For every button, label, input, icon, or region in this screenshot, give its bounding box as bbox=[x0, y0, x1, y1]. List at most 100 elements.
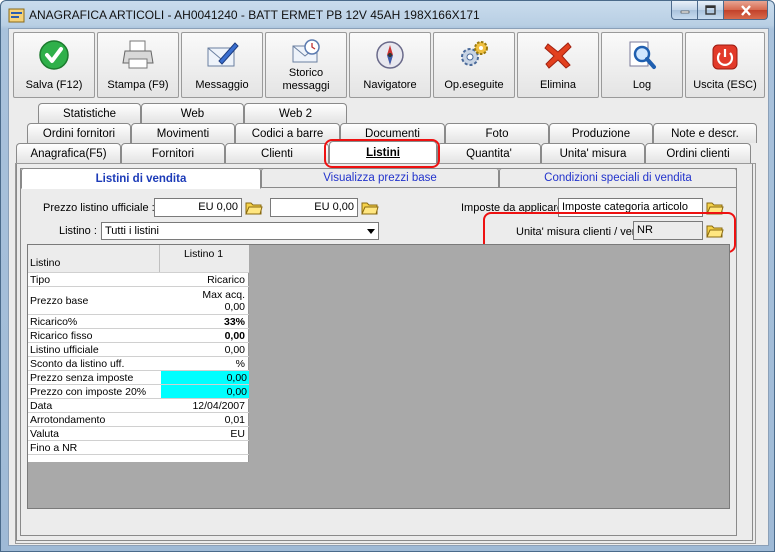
grid-row-value: % bbox=[235, 357, 245, 370]
subtab-label: Visualizza prezzi base bbox=[323, 172, 437, 184]
tab-label: Documenti bbox=[365, 127, 420, 140]
grid-row-value: 0,00 bbox=[161, 385, 249, 398]
minimize-button[interactable] bbox=[671, 1, 698, 20]
tab-label: Statistiche bbox=[62, 107, 117, 120]
grid-row-label: Valuta bbox=[30, 427, 59, 440]
message-button[interactable]: Messaggio bbox=[181, 32, 263, 98]
print-button[interactable]: Stampa (F9) bbox=[97, 32, 179, 98]
tab-label: Note e descr. bbox=[671, 127, 739, 140]
grid-row[interactable]: Sconto da listino uff.% bbox=[28, 357, 249, 371]
tab-label: Unita' misura bbox=[559, 147, 627, 160]
grid-row-value bbox=[161, 441, 247, 454]
subtab-listini-di-vendita[interactable]: Listini di vendita bbox=[21, 168, 261, 189]
grid-row[interactable]: Arrotondamento 0,01 bbox=[28, 413, 249, 427]
grid-row-label: Ricarico% bbox=[30, 315, 78, 328]
tab-web-2[interactable]: Web 2 bbox=[244, 103, 347, 123]
tab-produzione[interactable]: Produzione bbox=[549, 123, 653, 143]
grid-header-listino: Listino bbox=[30, 257, 61, 269]
tab-label: Anagrafica(F5) bbox=[30, 147, 107, 160]
message-button-label: Messaggio bbox=[195, 78, 249, 91]
close-button[interactable] bbox=[724, 1, 768, 20]
grid-row-label: Prezzo base bbox=[30, 294, 89, 307]
power-icon bbox=[712, 44, 738, 70]
grid-row[interactable]: Ricarico fisso 0,00 bbox=[28, 329, 249, 343]
envelope-history-icon bbox=[292, 39, 320, 63]
tab-ordini-fornitori[interactable]: Ordini fornitori bbox=[27, 123, 131, 143]
tab-clienti[interactable]: Clienti bbox=[225, 143, 329, 163]
folder-icon bbox=[361, 202, 379, 215]
message-history-button[interactable]: Storico messaggi bbox=[265, 32, 347, 98]
tab-statistiche[interactable]: Statistiche bbox=[38, 103, 141, 123]
client-area: Salva (F12) Stampa (F9) Messaggio Storic… bbox=[8, 28, 769, 546]
grid-row[interactable]: Prezzo base Max acq. 0,00 bbox=[28, 287, 249, 315]
grid-row-value: 0,00 bbox=[161, 371, 249, 384]
maximize-button[interactable] bbox=[698, 1, 724, 20]
prezzo-listino-field[interactable]: EU 0,00 bbox=[154, 198, 242, 217]
grid-row[interactable]: Ricarico% 33% bbox=[28, 315, 249, 329]
grid-row-value: EU bbox=[230, 427, 245, 440]
grid-row-label: Prezzo senza imposte bbox=[30, 371, 134, 384]
grid-row-value: 12/04/2007 bbox=[192, 399, 245, 412]
tab-note-e-descr[interactable]: Note e descr. bbox=[653, 123, 757, 143]
subtab-condizioni-speciali[interactable]: Condizioni speciali di vendita bbox=[499, 168, 737, 188]
grid-header-listino-1[interactable]: Listino 1 bbox=[159, 245, 249, 272]
log-button-label: Log bbox=[632, 78, 652, 91]
compass-icon bbox=[376, 40, 404, 69]
save-button-label: Salva (F12) bbox=[25, 78, 83, 91]
subtab-visualizza-prezzi-base[interactable]: Visualizza prezzi base bbox=[261, 168, 499, 188]
grid-row[interactable]: Listino ufficiale 0,00 bbox=[28, 343, 249, 357]
tab-foto[interactable]: Foto bbox=[445, 123, 549, 143]
tab-label: Codici a barre bbox=[251, 127, 324, 140]
prezzo-listino-lookup-button[interactable] bbox=[244, 198, 264, 217]
save-button[interactable]: Salva (F12) bbox=[13, 32, 95, 98]
grid-row[interactable]: Valuta EU bbox=[28, 427, 249, 441]
red-x-icon bbox=[544, 41, 572, 69]
exit-button[interactable]: Uscita (ESC) bbox=[685, 32, 765, 98]
grid-row[interactable]: Fino a NR bbox=[28, 441, 249, 455]
tab-unita-misura[interactable]: Unita' misura bbox=[541, 143, 645, 163]
tab-ordini-clienti[interactable]: Ordini clienti bbox=[645, 143, 751, 163]
grid-row-label: Listino ufficiale bbox=[30, 343, 99, 356]
tab-label: Fornitori bbox=[151, 147, 195, 160]
grid-row-label: Ricarico fisso bbox=[30, 329, 93, 342]
tab-fornitori[interactable]: Fornitori bbox=[121, 143, 225, 163]
app-window: ANAGRAFICA ARTICOLI - AH0041240 - BATT E… bbox=[0, 0, 775, 552]
grid-row-label: Arrotondamento bbox=[30, 413, 106, 426]
tab-label: Foto bbox=[485, 127, 509, 140]
tab-movimenti[interactable]: Movimenti bbox=[131, 123, 235, 143]
prezzo-listino-lookup-button-2[interactable] bbox=[360, 198, 380, 217]
listini-panel: Listini di vendita Visualizza prezzi bas… bbox=[20, 168, 737, 536]
tab-anagrafica[interactable]: Anagrafica(F5) bbox=[16, 143, 121, 163]
tab-web[interactable]: Web bbox=[141, 103, 244, 123]
operations-button-label: Op.eseguite bbox=[444, 78, 504, 91]
message-history-button-label: Storico messaggi bbox=[282, 67, 330, 92]
tab-label: Clienti bbox=[261, 147, 293, 160]
grid-row-label: Tipo bbox=[30, 273, 51, 286]
operations-button[interactable]: Op.eseguite bbox=[433, 32, 515, 98]
tab-codici-a-barre[interactable]: Codici a barre bbox=[235, 123, 340, 143]
grid-row-value: 0,00 bbox=[224, 329, 245, 342]
listino-label: Listino : bbox=[59, 225, 97, 237]
grid-row-label: Prezzo con imposte 20% bbox=[30, 385, 147, 398]
tab-quantita[interactable]: Quantita' bbox=[437, 143, 541, 163]
grid-row[interactable]: Data 12/04/2007 bbox=[28, 399, 249, 413]
delete-button[interactable]: Elimina bbox=[517, 32, 599, 98]
print-button-label: Stampa (F9) bbox=[107, 78, 169, 91]
title-bar[interactable]: ANAGRAFICA ARTICOLI - AH0041240 - BATT E… bbox=[1, 1, 774, 29]
listini-tab-highlight bbox=[324, 139, 440, 168]
subtab-label: Condizioni speciali di vendita bbox=[544, 172, 692, 184]
grid-row[interactable]: Prezzo con imposte 20% 0,00 bbox=[28, 385, 249, 399]
prezzo-listino-field-2[interactable]: EU 0,00 bbox=[270, 198, 358, 217]
grid-row-value: 0,01 bbox=[224, 413, 245, 426]
navigator-button[interactable]: Navigatore bbox=[349, 32, 431, 98]
window-title: ANAGRAFICA ARTICOLI - AH0041240 - BATT E… bbox=[29, 8, 480, 22]
tab-label: Produzione bbox=[571, 127, 631, 140]
listino-select[interactable]: Tutti i listini bbox=[101, 222, 379, 240]
log-button[interactable]: Log bbox=[601, 32, 683, 98]
exit-button-label: Uscita (ESC) bbox=[693, 78, 757, 91]
listini-grid: Listino Listino 1 Tipo Ricarico Prezzo ba… bbox=[28, 245, 249, 462]
grid-row[interactable]: Prezzo senza imposte 0,00 bbox=[28, 371, 249, 385]
folder-icon bbox=[245, 202, 263, 215]
app-icon bbox=[8, 8, 25, 23]
grid-row[interactable]: Tipo Ricarico bbox=[28, 273, 249, 287]
